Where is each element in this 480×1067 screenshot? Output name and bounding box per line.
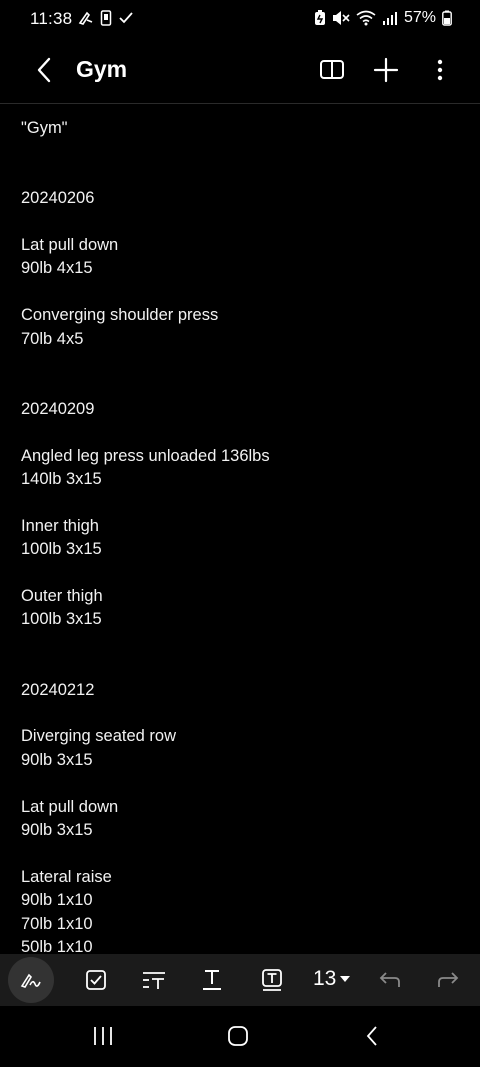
battery-icon — [442, 10, 452, 26]
page-title: Gym — [76, 56, 128, 82]
note-line[interactable]: 90lb 3x15 — [21, 749, 461, 772]
more-options-button[interactable] — [420, 50, 460, 90]
note-line[interactable] — [21, 655, 461, 678]
underline-text-button[interactable] — [192, 960, 232, 1000]
note-line[interactable] — [21, 351, 461, 374]
text-box-button[interactable] — [252, 960, 292, 1000]
chevron-left-icon — [37, 57, 51, 83]
checkbox-icon — [86, 970, 106, 990]
underline-text-icon — [203, 970, 221, 990]
plus-icon — [373, 57, 399, 83]
note-line[interactable]: 100lb 3x15 — [21, 538, 461, 561]
battery-saver-icon — [314, 10, 326, 26]
note-line[interactable]: 20240209 — [21, 398, 461, 421]
wifi-icon — [356, 10, 376, 26]
status-time: 11:38 — [30, 9, 73, 28]
note-line[interactable]: 20240212 — [21, 679, 461, 702]
note-line[interactable]: 20240206 — [21, 187, 461, 210]
note-line[interactable]: 90lb 1x10 — [21, 889, 461, 912]
reading-mode-icon — [320, 60, 344, 79]
system-nav-bar — [0, 1006, 480, 1067]
checkbox-button[interactable] — [76, 960, 116, 1000]
font-size-value: 13 — [313, 967, 337, 990]
note-line[interactable] — [21, 421, 461, 444]
text-style-icon — [143, 972, 165, 989]
app-bar: Gym — [0, 38, 480, 102]
note-line[interactable]: 90lb 3x15 — [21, 819, 461, 842]
status-left-icons — [78, 10, 134, 31]
phone-icon — [100, 10, 112, 31]
handwriting-icon — [20, 973, 41, 988]
home-button[interactable] — [218, 1020, 258, 1052]
text-box-icon — [262, 969, 282, 991]
note-line[interactable]: Converging shoulder press — [21, 304, 461, 327]
note-line[interactable]: 90lb 4x15 — [21, 257, 461, 280]
note-line[interactable]: 70lb 1x10 — [21, 913, 461, 936]
redo-icon — [438, 972, 459, 987]
note-line[interactable]: 140lb 3x15 — [21, 468, 461, 491]
note-line[interactable] — [21, 632, 461, 655]
reading-mode-button[interactable] — [312, 50, 352, 90]
note-line[interactable] — [21, 772, 461, 795]
note-line[interactable]: 50lb 1x10 — [21, 936, 461, 953]
note-line[interactable] — [21, 562, 461, 585]
text-style-button[interactable] — [134, 960, 174, 1000]
note-line[interactable]: Lateral raise — [21, 866, 461, 889]
app-actions — [312, 50, 460, 90]
note-line[interactable] — [21, 374, 461, 397]
note-body[interactable]: "Gym" 20240206 Lat pull down 90lb 4x15 C… — [21, 117, 461, 953]
mute-icon — [332, 10, 350, 26]
note-line[interactable] — [21, 702, 461, 725]
note-line[interactable]: "Gym" — [21, 117, 461, 140]
back-button[interactable] — [28, 52, 60, 88]
undo-button[interactable] — [370, 960, 410, 1000]
note-line[interactable]: Lat pull down — [21, 234, 461, 257]
header-divider — [0, 103, 480, 104]
home-icon — [228, 1026, 248, 1046]
note-line[interactable]: Angled leg press unloaded 136lbs — [21, 445, 461, 468]
note-line[interactable] — [21, 842, 461, 865]
battery-text: 57% — [403, 9, 436, 26]
undo-icon — [379, 972, 400, 987]
check-icon — [118, 10, 134, 31]
note-line[interactable]: Lat pull down — [21, 796, 461, 819]
back-icon — [366, 1026, 377, 1046]
note-line[interactable]: 70lb 4x5 — [21, 328, 461, 351]
handwriting-button[interactable] — [8, 957, 54, 1003]
caret-down-icon — [340, 976, 351, 982]
note-line[interactable] — [21, 140, 461, 163]
system-back-button[interactable] — [352, 1020, 392, 1052]
recents-button[interactable] — [83, 1020, 123, 1052]
note-line[interactable]: Diverging seated row — [21, 725, 461, 748]
note-line[interactable] — [21, 211, 461, 234]
more-vertical-icon — [437, 59, 443, 81]
add-button[interactable] — [366, 50, 406, 90]
note-line[interactable] — [21, 164, 461, 187]
note-line[interactable]: Inner thigh — [21, 515, 461, 538]
font-size-selector[interactable]: 13 — [313, 967, 351, 991]
recents-icon — [94, 1027, 112, 1045]
notification-icon — [78, 10, 94, 31]
note-line[interactable]: Outer thigh — [21, 585, 461, 608]
formatting-toolbar: 13 — [0, 954, 480, 1006]
note-line[interactable] — [21, 491, 461, 514]
status-bar: 11:38 57% — [0, 0, 480, 38]
signal-icon — [382, 10, 398, 26]
redo-button[interactable] — [428, 960, 468, 1000]
status-right: 57% — [314, 9, 452, 27]
note-line[interactable] — [21, 281, 461, 304]
note-line[interactable]: 100lb 3x15 — [21, 608, 461, 631]
